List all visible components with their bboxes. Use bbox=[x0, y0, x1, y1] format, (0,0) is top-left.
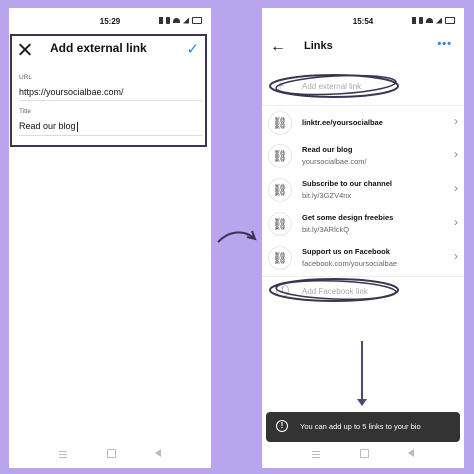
divider bbox=[262, 105, 464, 106]
link-icon: ⛓ bbox=[268, 144, 292, 168]
link-url: facebook.com/yoursocialbae bbox=[302, 259, 398, 268]
link-item[interactable]: ⛓ linktr.ee/yoursocialbae › bbox=[268, 107, 458, 141]
recent-apps-icon[interactable] bbox=[59, 451, 67, 458]
url-label: URL bbox=[19, 74, 33, 81]
link-item[interactable]: ⛓ Get some design freebies bit.ly/3ARlck… bbox=[268, 208, 458, 242]
link-item[interactable]: ⛓ Read our blog yoursocialbae.com/ › bbox=[268, 140, 458, 174]
phone-screen-add-link: 15:29 Add external link ✓ URL https://yo… bbox=[9, 8, 211, 468]
link-icon: ⛓ bbox=[268, 212, 292, 236]
back-triangle-icon[interactable] bbox=[155, 449, 161, 457]
highlight-circle-scribble bbox=[269, 74, 399, 98]
battery-icon bbox=[192, 17, 202, 24]
signal-icon bbox=[436, 17, 442, 24]
page-title: Add external link bbox=[50, 41, 147, 55]
close-icon[interactable] bbox=[19, 43, 31, 55]
status-bar: 15:54 bbox=[262, 8, 464, 30]
link-url: bit.ly/3ARlckQ bbox=[302, 225, 350, 234]
toast-message: ! You can add up to 5 links to your bio bbox=[266, 412, 460, 442]
text-caret bbox=[76, 121, 78, 132]
confirm-check-icon[interactable]: ✓ bbox=[186, 40, 199, 58]
system-nav-bar bbox=[262, 446, 464, 460]
status-icons bbox=[412, 17, 455, 24]
links-header: ← Links ••• bbox=[262, 36, 464, 66]
link-title: Subscribe to our channel bbox=[302, 179, 393, 188]
link-url: yoursocialbae.com/ bbox=[302, 157, 367, 166]
link-title: Read our blog bbox=[302, 145, 353, 154]
link-icon: ⛓ bbox=[268, 246, 292, 270]
system-nav-bar bbox=[9, 446, 211, 460]
page-title: Links bbox=[304, 40, 333, 52]
title-input-wrap[interactable]: Read our blog bbox=[19, 121, 202, 132]
home-icon[interactable] bbox=[107, 449, 116, 458]
form-header: Add external link ✓ bbox=[12, 36, 205, 66]
highlight-circle-scribble bbox=[269, 278, 399, 302]
link-title: Support us on Facebook bbox=[302, 247, 390, 256]
vibrate-icon bbox=[419, 17, 423, 24]
title-input[interactable]: Read our blog bbox=[19, 121, 76, 131]
url-field[interactable]: URL https://yoursocialbae.com/ bbox=[19, 74, 202, 101]
toast-text: You can add up to 5 links to your bio bbox=[300, 422, 421, 431]
vibrate-icon bbox=[166, 17, 170, 24]
title-field[interactable]: Title Read our blog bbox=[19, 108, 202, 136]
link-title: Get some design freebies bbox=[302, 213, 394, 222]
wifi-icon bbox=[173, 18, 180, 23]
status-icons bbox=[159, 17, 202, 24]
url-underline bbox=[19, 100, 202, 101]
recent-apps-icon[interactable] bbox=[312, 451, 320, 458]
bluetooth-icon bbox=[412, 17, 416, 24]
wifi-icon bbox=[426, 18, 433, 23]
phone-screen-links: 15:54 ← Links ••• + Add external link ⛓ … bbox=[262, 8, 464, 468]
signal-icon bbox=[183, 17, 189, 24]
link-title: linktr.ee/yoursocialbae bbox=[302, 118, 383, 127]
chevron-right-icon: › bbox=[454, 114, 458, 128]
bluetooth-icon bbox=[159, 17, 163, 24]
down-arrow-icon bbox=[357, 341, 367, 406]
chevron-right-icon: › bbox=[454, 147, 458, 161]
chevron-right-icon: › bbox=[454, 215, 458, 229]
title-underline bbox=[19, 134, 202, 136]
back-triangle-icon[interactable] bbox=[408, 449, 414, 457]
status-bar: 15:29 bbox=[9, 8, 211, 30]
home-icon[interactable] bbox=[360, 449, 369, 458]
link-url: bit.ly/3GZV4nx bbox=[302, 191, 352, 200]
link-icon: ⛓ bbox=[268, 111, 292, 135]
chevron-right-icon: › bbox=[454, 249, 458, 263]
link-item[interactable]: ⛓ Support us on Facebook facebook.com/yo… bbox=[268, 242, 458, 276]
transition-arrow-icon bbox=[217, 230, 257, 243]
chevron-right-icon: › bbox=[454, 181, 458, 195]
link-icon: ⛓ bbox=[268, 178, 292, 202]
back-arrow-icon[interactable]: ← bbox=[270, 38, 286, 56]
more-options-icon[interactable]: ••• bbox=[437, 38, 452, 50]
link-item[interactable]: ⛓ Subscribe to our channel bit.ly/3GZV4n… bbox=[268, 174, 458, 208]
info-icon: ! bbox=[276, 420, 288, 432]
add-link-form: Add external link ✓ URL https://yoursoci… bbox=[10, 34, 207, 147]
url-input[interactable]: https://yoursocialbae.com/ bbox=[19, 87, 202, 97]
title-label: Title bbox=[19, 108, 32, 115]
battery-icon bbox=[445, 17, 455, 24]
